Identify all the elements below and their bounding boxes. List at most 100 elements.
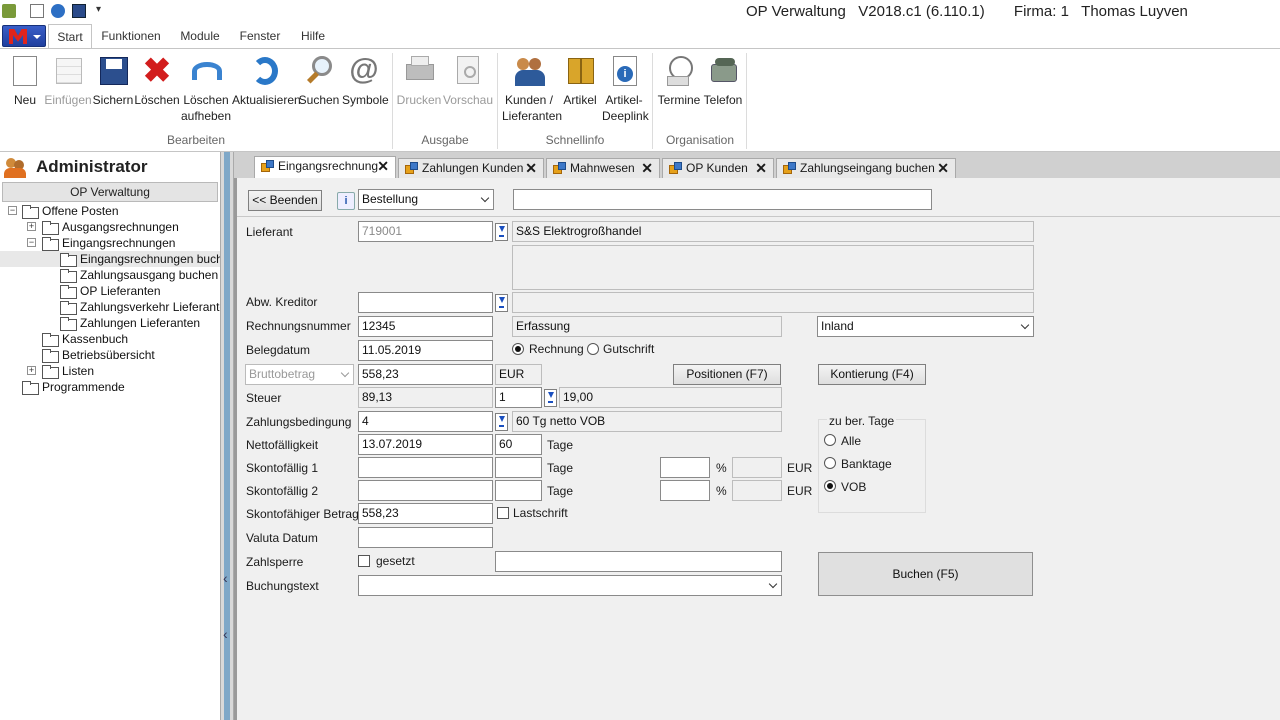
steuer-lookup-icon[interactable] <box>544 389 557 407</box>
steuer-code-input[interactable]: 1 <box>495 387 542 408</box>
appointments-button[interactable]: Termine <box>656 54 702 108</box>
buchungstext-select[interactable] <box>358 575 782 596</box>
tage-vob-radio[interactable] <box>824 480 836 492</box>
skonto1-percent-input[interactable] <box>660 457 710 478</box>
lieferant-number-input[interactable]: 719001 <box>358 221 493 242</box>
tree-item-betriebsuebersicht[interactable]: Betriebsübersicht <box>42 347 155 363</box>
close-icon[interactable]: ✕ <box>937 159 949 178</box>
close-icon[interactable]: ✕ <box>755 159 767 178</box>
doc-tab-zahlungseingang-buchen[interactable]: Zahlungseingang buchen ✕ <box>776 158 956 178</box>
tree-item-label: Zahlungsausgang buchen <box>80 268 219 282</box>
close-icon[interactable]: ✕ <box>641 159 653 178</box>
doc-tab-op-kunden[interactable]: OP Kunden ✕ <box>662 158 774 178</box>
tree-item-label: Kassenbuch <box>62 332 129 346</box>
search-button[interactable]: Suchen <box>296 54 342 108</box>
doc-tab-zahlungen-kunden[interactable]: Zahlungen Kunden ✕ <box>398 158 544 178</box>
tage-alle-radio[interactable] <box>824 434 836 446</box>
valuta-input[interactable] <box>358 527 493 548</box>
zahlsperre-reason-input[interactable] <box>495 551 782 572</box>
skonto1-tage-input[interactable] <box>495 457 542 478</box>
tab-module[interactable]: Module <box>172 24 228 48</box>
tab-start[interactable]: Start <box>48 24 92 49</box>
collapse-icon[interactable]: − <box>8 206 17 215</box>
undo-delete-button[interactable]: Löschen aufheben <box>180 54 232 124</box>
rechnung-radio[interactable] <box>512 343 524 355</box>
tree-item-zahlungsausgang-buchen[interactable]: Zahlungsausgang buchen <box>60 267 218 283</box>
expand-icon[interactable]: + <box>27 366 36 375</box>
info-icon[interactable]: i <box>337 192 355 210</box>
save-icon[interactable] <box>72 4 86 18</box>
gutschrift-radio[interactable] <box>587 343 599 355</box>
tree-item-zahlungen-lieferanten[interactable]: Zahlungen Lieferanten <box>60 315 200 331</box>
title-bar: ▾ OP Verwaltung V2018.c1 (6.110.1) Firma… <box>0 0 1280 24</box>
tab-fenster[interactable]: Fenster <box>234 24 286 48</box>
lieferant-lookup-icon[interactable] <box>495 223 508 241</box>
close-icon[interactable]: ✕ <box>525 159 537 178</box>
region-select[interactable]: Inland <box>817 316 1034 337</box>
collapse-left-icon[interactable]: ‹ <box>223 570 228 586</box>
articles-button[interactable]: Artikel <box>558 54 602 108</box>
skonto2-percent-input[interactable] <box>660 480 710 501</box>
delete-button[interactable]: ✖ Löschen <box>134 54 180 108</box>
skonto2-tage-input[interactable] <box>495 480 542 501</box>
tree-item-ausgangsrechnungen[interactable]: Ausgangsrechnungen <box>42 219 179 235</box>
new-button[interactable]: Neu <box>6 54 44 108</box>
nettofaelligkeit-input[interactable]: 13.07.2019 <box>358 434 493 455</box>
application-menu-button[interactable] <box>2 25 46 47</box>
zahlungsbedingung-lookup-icon[interactable] <box>495 413 508 431</box>
document-tab-icon <box>261 160 274 172</box>
expand-icon[interactable]: + <box>27 222 36 231</box>
tree-item-programmende[interactable]: Programmende <box>22 379 125 395</box>
betrag-input[interactable]: 558,23 <box>358 364 493 385</box>
rechnungsnummer-input[interactable]: 12345 <box>358 316 493 337</box>
tree-item-kassenbuch[interactable]: Kassenbuch <box>42 331 128 347</box>
telephone-button[interactable]: Telefon <box>702 54 744 108</box>
users-icon <box>4 158 26 178</box>
zahlsperre-checkbox[interactable] <box>358 555 370 567</box>
netto-tage-input[interactable]: 60 <box>495 434 542 455</box>
doc-tab-eingangsrechnung[interactable]: Eingangsrechnung ✕ <box>254 156 396 178</box>
symbols-button[interactable]: @ Symbole <box>342 54 389 108</box>
save-button[interactable]: Sichern <box>92 54 134 108</box>
tage-vob-label: VOB <box>841 480 867 494</box>
positionen-button[interactable]: Positionen (F7) <box>673 364 781 385</box>
skonto1-date-input[interactable] <box>358 457 493 478</box>
pane-splitter[interactable]: ‹ ‹ <box>220 152 234 720</box>
skonto-betrag-input[interactable]: 558,23 <box>358 503 493 524</box>
tree-item-label: Offene Posten <box>42 204 119 218</box>
article-deeplink-button[interactable]: i Artikel- Deeplink <box>602 54 649 124</box>
tree-item-listen[interactable]: Listen <box>42 363 94 379</box>
close-icon[interactable]: ✕ <box>377 157 389 176</box>
abw-kreditor-input[interactable] <box>358 292 493 313</box>
module-title[interactable]: OP Verwaltung <box>2 182 218 202</box>
abw-kreditor-lookup-icon[interactable] <box>495 294 508 312</box>
zahlungsbedingung-input[interactable]: 4 <box>358 411 493 432</box>
tree-item-eingangsrechnungen-buchen[interactable]: Eingangsrechnungen buchen <box>0 251 220 267</box>
tab-funktionen[interactable]: Funktionen <box>98 24 164 48</box>
collapse-icon[interactable]: − <box>27 238 36 247</box>
tree-item-zahlungsverkehr-lieferanten[interactable]: Zahlungsverkehr Lieferanten <box>60 299 233 315</box>
customers-suppliers-button[interactable]: Kunden / Lieferanten <box>502 54 562 124</box>
mode-select[interactable]: Bestellung <box>358 189 494 210</box>
undo-icon <box>190 54 222 88</box>
betrag-type-select[interactable]: Bruttobetrag <box>245 364 354 385</box>
tage-alle-label: Alle <box>841 434 862 448</box>
customize-quick-access-icon[interactable]: ▾ <box>96 4 106 18</box>
tree-item-eingangsrechnungen[interactable]: Eingangsrechnungen <box>42 235 175 251</box>
lastschrift-checkbox[interactable] <box>497 507 509 519</box>
tage-banktage-radio[interactable] <box>824 457 836 469</box>
skonto2-date-input[interactable] <box>358 480 493 501</box>
refresh-button[interactable]: Aktualisieren <box>232 54 301 108</box>
collapse-left-icon[interactable]: ‹ <box>223 626 228 642</box>
tree-item-op-lieferanten[interactable]: OP Lieferanten <box>60 283 161 299</box>
search-input[interactable] <box>513 189 932 210</box>
belegdatum-input[interactable]: 11.05.2019 <box>358 340 493 361</box>
new-document-icon[interactable] <box>30 4 44 18</box>
kontierung-button[interactable]: Kontierung (F4) <box>818 364 926 385</box>
tab-hilfe[interactable]: Hilfe <box>292 24 334 48</box>
buchen-button[interactable]: Buchen (F5) <box>818 552 1033 596</box>
refresh-icon[interactable] <box>51 4 65 18</box>
beenden-button[interactable]: << Beenden <box>248 190 322 211</box>
tree-item-offene-posten[interactable]: Offene Posten <box>22 203 119 219</box>
doc-tab-mahnwesen[interactable]: Mahnwesen ✕ <box>546 158 660 178</box>
